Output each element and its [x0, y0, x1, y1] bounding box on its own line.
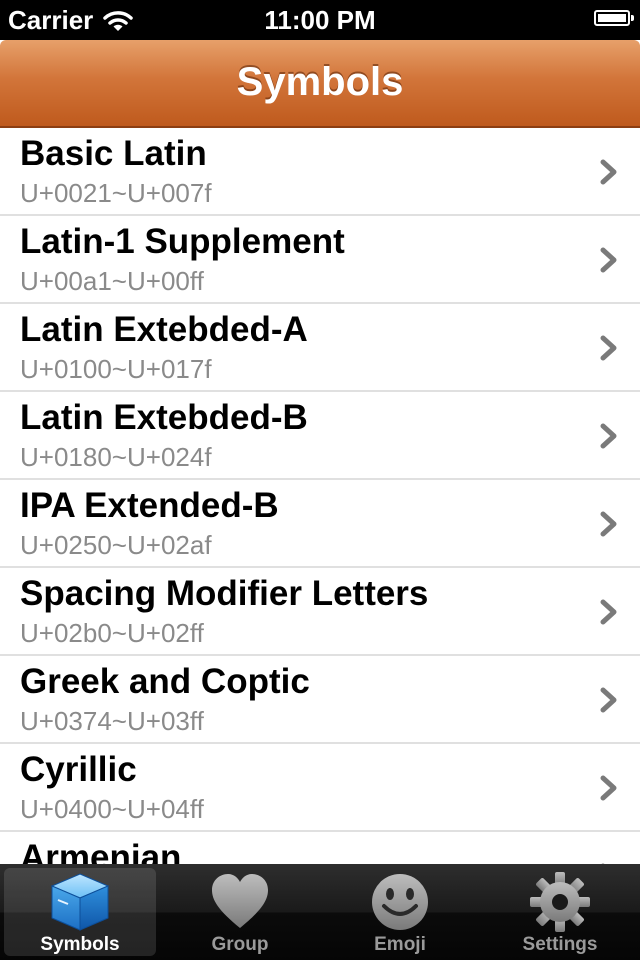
chevron-right-icon	[600, 159, 617, 185]
list-item-title: Armenian	[20, 838, 182, 864]
chevron-right-icon	[600, 247, 617, 273]
list-item-range: U+00a1~U+00ff	[20, 266, 204, 296]
gear-icon	[530, 872, 590, 932]
symbol-block-list[interactable]: Basic Latin U+0021~U+007f Latin-1 Supple…	[0, 128, 640, 864]
smiley-icon	[372, 874, 428, 930]
app-screen: Carrier 11:00 PM Symbols Basic Latin U+0…	[0, 0, 640, 960]
battery-icon	[594, 10, 634, 26]
chevron-right-icon	[600, 775, 617, 801]
list-item-range: U+0400~U+04ff	[20, 794, 204, 824]
tab-bar: Symbols Group Emoji Settings	[0, 864, 640, 960]
tab-label: Group	[211, 934, 269, 955]
list-item-range: U+02b0~U+02ff	[20, 618, 204, 648]
list-item-title: IPA Extended-B	[20, 486, 279, 525]
list-item-latin-extended-b[interactable]: Latin Extebded-B U+0180~U+024f	[0, 392, 640, 480]
chevron-right-icon	[600, 687, 617, 713]
list-item-spacing-modifier-letters[interactable]: Spacing Modifier Letters U+02b0~U+02ff	[0, 568, 640, 656]
tab-label: Emoji	[374, 934, 426, 955]
list-item-range: U+0100~U+017f	[20, 354, 212, 384]
list-item-range: U+0021~U+007f	[20, 178, 212, 208]
tab-emoji[interactable]: Emoji	[320, 864, 480, 960]
list-item-greek-and-coptic[interactable]: Greek and Coptic U+0374~U+03ff	[0, 656, 640, 744]
list-item-title: Spacing Modifier Letters	[20, 574, 429, 613]
tab-group[interactable]: Group	[160, 864, 320, 960]
list-item-armenian[interactable]: Armenian	[0, 832, 640, 864]
navigation-bar: Symbols	[0, 40, 640, 128]
list-item-latin-extended-a[interactable]: Latin Extebded-A U+0100~U+017f	[0, 304, 640, 392]
battery-fill	[598, 14, 626, 22]
status-time: 11:00 PM	[264, 5, 376, 35]
list-item-cyrillic[interactable]: Cyrillic U+0400~U+04ff	[0, 744, 640, 832]
chevron-right-icon	[600, 599, 617, 625]
tab-symbols[interactable]: Symbols	[0, 864, 160, 960]
heart-icon	[212, 874, 268, 928]
list-item-range: U+0180~U+024f	[20, 442, 212, 472]
list-item-basic-latin[interactable]: Basic Latin U+0021~U+007f	[0, 128, 640, 216]
list-item-title: Greek and Coptic	[20, 662, 310, 701]
list-item-title: Cyrillic	[20, 750, 137, 789]
list-item-title: Latin Extebded-B	[20, 398, 308, 437]
list-item-ipa-extended[interactable]: IPA Extended-B U+0250~U+02af	[0, 480, 640, 568]
chevron-right-icon	[600, 335, 617, 361]
list-item-range: U+0250~U+02af	[20, 530, 212, 560]
list-item-latin-1-supplement[interactable]: Latin-1 Supplement U+00a1~U+00ff	[0, 216, 640, 304]
chevron-right-icon	[600, 511, 617, 537]
tab-label: Symbols	[40, 934, 120, 955]
tab-label: Settings	[522, 934, 598, 955]
box-icon	[50, 873, 110, 931]
list-item-title: Basic Latin	[20, 134, 207, 173]
list-item-title: Latin Extebded-A	[20, 310, 308, 349]
status-bar: Carrier 11:00 PM	[0, 0, 640, 40]
tab-settings[interactable]: Settings	[480, 864, 640, 960]
chevron-right-icon	[600, 423, 617, 449]
list-item-title: Latin-1 Supplement	[20, 222, 345, 261]
list-item-range: U+0374~U+03ff	[20, 706, 204, 736]
page-title: Symbols	[236, 60, 404, 104]
